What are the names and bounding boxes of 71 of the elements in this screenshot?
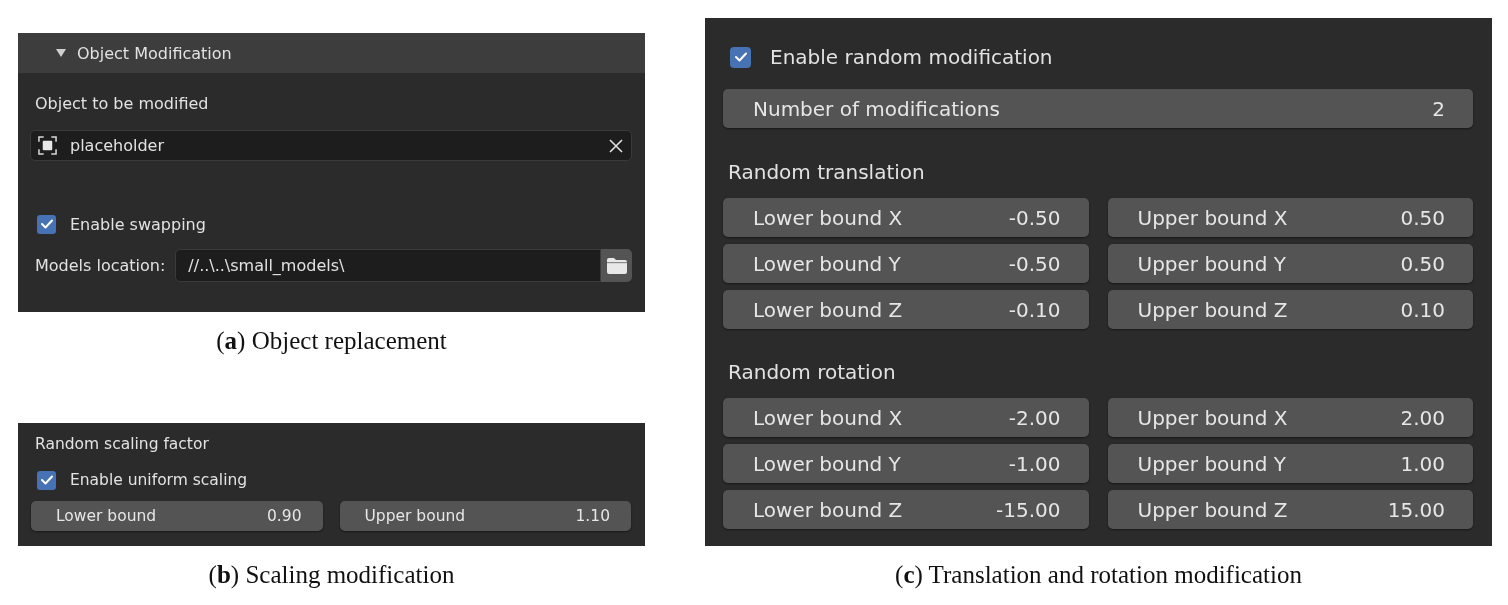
field-value: -0.10 xyxy=(1008,297,1061,322)
field-label: Lower bound Y xyxy=(753,451,901,476)
check-icon xyxy=(734,52,747,62)
field-label: Lower bound xyxy=(56,507,157,525)
field-label: Upper bound X xyxy=(1137,205,1288,230)
section-title: Random translation xyxy=(728,160,925,184)
field-value: 0.50 xyxy=(1400,251,1445,276)
field-value: -0.50 xyxy=(1008,251,1061,276)
field-label: Upper bound Y xyxy=(1137,451,1286,476)
number-field[interactable]: Lower bound Z -0.10 xyxy=(723,290,1089,329)
checkbox[interactable] xyxy=(37,470,56,490)
caret-icon[interactable] xyxy=(56,48,66,58)
field-value: 15.00 xyxy=(1387,497,1445,522)
field-label: Upper bound Z xyxy=(1137,297,1288,322)
number-field[interactable]: Upper bound X 0.50 xyxy=(1107,198,1473,237)
section-title: Random rotation xyxy=(728,360,896,384)
field-label: Upper bound X xyxy=(1137,405,1288,430)
number-field[interactable]: Upper bound Z 0.10 xyxy=(1107,290,1473,329)
field-value: -1.00 xyxy=(1008,451,1061,476)
field-label: Lower bound X xyxy=(753,205,903,230)
panel-header[interactable]: Object Modification xyxy=(18,33,645,73)
number-field[interactable]: Upper bound Y 1.00 xyxy=(1107,444,1473,483)
field-label: Object to be modified xyxy=(35,93,209,115)
check-icon xyxy=(40,475,53,485)
check-icon xyxy=(40,219,53,229)
folder-icon xyxy=(606,257,627,274)
section-title: Random scaling factor xyxy=(35,434,209,455)
close-icon[interactable] xyxy=(609,138,623,153)
path-field[interactable]: //..\..\small_models\ xyxy=(175,249,601,282)
field-label: Lower bound X xyxy=(753,405,903,430)
field-value: 1.10 xyxy=(575,507,610,525)
field-value: -2.00 xyxy=(1008,405,1061,430)
field-label: Lower bound Y xyxy=(753,251,901,276)
checkbox-label[interactable]: Enable uniform scaling xyxy=(70,471,248,489)
panel-title: Object Modification xyxy=(77,43,232,63)
field-value: 0.50 xyxy=(1400,205,1445,230)
field-label: Lower bound Z xyxy=(753,297,903,322)
field-label: Upper bound xyxy=(364,507,466,525)
checkbox-label[interactable]: Enable random modification xyxy=(770,45,1053,69)
field-label: Models location: xyxy=(35,256,166,275)
folder-button[interactable] xyxy=(601,249,632,282)
field-value: -15.00 xyxy=(996,497,1061,522)
number-field[interactable]: Lower bound X -0.50 xyxy=(723,198,1089,237)
number-field[interactable]: Upper bound 1.10 xyxy=(339,501,631,531)
field-value: -0.50 xyxy=(1008,205,1061,230)
field-value: 1.00 xyxy=(1400,451,1445,476)
number-field[interactable]: Lower bound Y -0.50 xyxy=(723,244,1089,283)
field-value: 2 xyxy=(1432,96,1445,121)
field-value: 2.00 xyxy=(1400,405,1445,430)
field-label: Lower bound Z xyxy=(753,497,903,522)
number-field[interactable]: Lower bound Y -1.00 xyxy=(723,444,1089,483)
checkbox[interactable] xyxy=(730,46,751,68)
number-field[interactable]: Lower bound 0.90 xyxy=(31,501,323,531)
number-field[interactable]: Lower bound Z -15.00 xyxy=(723,490,1089,529)
number-field[interactable]: Number of modifications 2 xyxy=(723,89,1473,128)
field-label: Upper bound Y xyxy=(1137,251,1286,276)
field-label: Number of modifications xyxy=(753,96,1000,121)
number-field[interactable]: Upper bound Y 0.50 xyxy=(1107,244,1473,283)
number-field[interactable]: Upper bound X 2.00 xyxy=(1107,398,1473,437)
number-field[interactable]: Upper bound Z 15.00 xyxy=(1107,490,1473,529)
field-value: 0.10 xyxy=(1400,297,1445,322)
framed-square-icon xyxy=(38,136,57,155)
field-label: Upper bound Z xyxy=(1137,497,1288,522)
figure-caption: (b) Scaling modification xyxy=(208,562,455,588)
field-value: 0.90 xyxy=(267,507,302,525)
number-field[interactable]: Lower bound X -2.00 xyxy=(723,398,1089,437)
object-field[interactable]: placeholder xyxy=(30,130,632,161)
figure-caption: (a) Object replacement xyxy=(216,328,447,354)
checkbox[interactable] xyxy=(37,214,56,234)
figure-caption: (c) Translation and rotation modification xyxy=(895,562,1302,588)
checkbox-label[interactable]: Enable swapping xyxy=(70,214,206,234)
